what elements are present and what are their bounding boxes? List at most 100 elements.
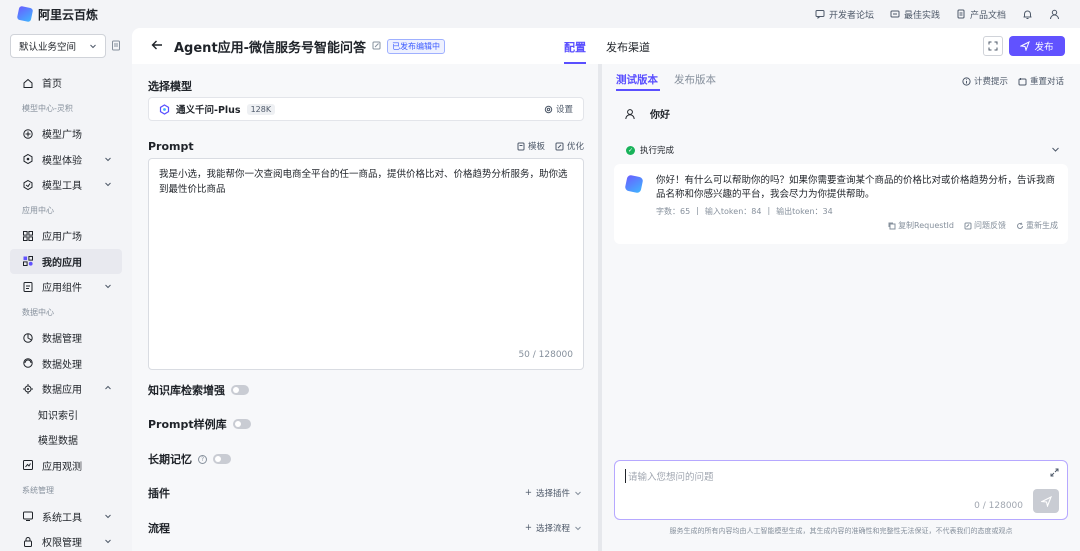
prompt-library-row: Prompt样例库 bbox=[148, 416, 251, 432]
chat-input-placeholder: 请输入您想问的问题 bbox=[625, 469, 714, 483]
sidebar-item[interactable]: 应用组件 bbox=[10, 274, 122, 300]
top-links: 开发者论坛 最佳实践 产品文档 bbox=[815, 0, 1060, 28]
publish-button-label: 发布 bbox=[1034, 42, 1054, 53]
optimize-icon bbox=[555, 142, 564, 150]
workspace-doc-icon[interactable] bbox=[111, 40, 121, 54]
brand-name: 阿里云百炼 bbox=[38, 7, 99, 22]
sidebar-item[interactable]: 我的应用 bbox=[10, 248, 122, 274]
refresh-icon bbox=[1017, 222, 1023, 229]
regenerate-button[interactable]: 重新生成 bbox=[1016, 220, 1058, 231]
copy-request-id-button[interactable]: 复制RequestId bbox=[888, 220, 954, 231]
practice-link[interactable]: 最佳实践 bbox=[890, 8, 940, 21]
test-actions: 计费提示 重置对话 bbox=[962, 75, 1064, 87]
model-settings-label: 设置 bbox=[555, 105, 573, 115]
user-icon[interactable] bbox=[1049, 9, 1060, 20]
chevron-down-icon bbox=[104, 155, 112, 166]
sidebar-item[interactable]: 权限管理 bbox=[10, 529, 122, 551]
bell-icon[interactable] bbox=[1022, 9, 1033, 20]
feedback-button[interactable]: 问题反馈 bbox=[964, 220, 1006, 231]
sidebar-item[interactable]: 应用观测 bbox=[10, 453, 122, 479]
prompt-library-toggle[interactable] bbox=[232, 419, 251, 429]
kb-retrieval-toggle[interactable] bbox=[231, 385, 249, 395]
execution-status[interactable]: ✓ 执行完成 bbox=[614, 141, 1068, 159]
data-app-icon bbox=[22, 383, 34, 395]
chevron-down-icon bbox=[104, 512, 112, 523]
sidebar-nav: 首页 模型中心-灵积 模型广场 模型体验 模型工具 应用中心 应用广场 我的应用 应用组件 数据中… bbox=[10, 70, 122, 551]
data-process-icon bbox=[22, 357, 34, 369]
sidebar-item-label: 数据处理 bbox=[42, 359, 82, 371]
billing-tip-button[interactable]: 计费提示 bbox=[962, 75, 1008, 87]
workspace-select-value: 默认业务空间 bbox=[19, 42, 77, 53]
sidebar-item-label: 模型体验 bbox=[42, 155, 82, 167]
user-avatar-icon bbox=[625, 108, 635, 119]
reset-chat-button[interactable]: 重置对话 bbox=[1018, 75, 1064, 87]
feedback-label: 问题反馈 bbox=[974, 221, 1006, 230]
sidebar-subitem[interactable]: 模型数据 bbox=[10, 427, 122, 453]
back-arrow-icon[interactable] bbox=[150, 38, 164, 55]
sidebar-item[interactable]: 应用广场 bbox=[10, 223, 122, 249]
prompt-optimize-label: 优化 bbox=[566, 142, 584, 152]
bot-reply: 你好！有什么可以帮助你的吗？如果你需要查询某个商品的价格比对或价格趋势分析，告诉… bbox=[614, 164, 1068, 244]
practice-link-label: 最佳实践 bbox=[903, 10, 940, 21]
prompt-template-label: 模板 bbox=[527, 142, 545, 152]
brand-logo-icon bbox=[16, 5, 34, 23]
sidebar-item[interactable]: 模型广场 bbox=[10, 121, 122, 147]
doc-icon bbox=[957, 9, 965, 19]
select-plugin-button[interactable]: + 选择插件 bbox=[525, 487, 582, 499]
sidebar-item[interactable]: 首页 bbox=[10, 70, 122, 96]
reply-actions: 复制RequestId 问题反馈 重新生成 bbox=[888, 220, 1058, 231]
send-button[interactable] bbox=[1033, 489, 1059, 513]
prompt-template-button[interactable]: 模板 bbox=[517, 140, 545, 152]
publish-button[interactable]: 发布 bbox=[1009, 36, 1065, 56]
meta-separator: | bbox=[767, 206, 771, 215]
model-section-title: 选择模型 bbox=[148, 80, 192, 93]
tab-publish-channel[interactable]: 发布渠道 bbox=[606, 39, 650, 55]
model-settings-button[interactable]: 设置 bbox=[544, 103, 573, 115]
sidebar-item[interactable]: 数据处理 bbox=[10, 351, 122, 377]
help-icon[interactable]: ? bbox=[198, 454, 207, 464]
system-tools-icon bbox=[22, 510, 34, 522]
reset-icon bbox=[1018, 77, 1027, 85]
sidebar-item[interactable]: 数据应用 bbox=[10, 376, 122, 402]
sidebar-item-label: 应用组件 bbox=[42, 283, 82, 295]
gear-icon bbox=[544, 105, 553, 113]
user-message: 你好 bbox=[624, 106, 670, 121]
prompt-textarea[interactable]: 我是小选，我能帮你一次查阅电商全平台的任一商品，提供价格比对、价格趋势分析服务，… bbox=[148, 158, 584, 370]
sidebar-item-label: 数据管理 bbox=[42, 334, 82, 346]
reply-input-tokens: 输入token：84 bbox=[704, 207, 762, 216]
chevron-down-icon bbox=[104, 282, 112, 293]
select-flow-button[interactable]: + 选择流程 bbox=[525, 522, 582, 534]
fullscreen-button[interactable] bbox=[983, 36, 1003, 56]
doc-link[interactable]: 产品文档 bbox=[956, 8, 1006, 21]
sidebar-item[interactable]: 数据管理 bbox=[10, 325, 122, 351]
reply-meta: 字数：65 | 输入token：84 | 输出token：34 bbox=[656, 206, 833, 217]
model-try-icon bbox=[22, 153, 34, 165]
doc-link-label: 产品文档 bbox=[969, 10, 1006, 21]
long-memory-toggle[interactable] bbox=[213, 454, 231, 464]
expand-icon[interactable] bbox=[1050, 467, 1059, 480]
tab-test-version[interactable]: 测试版本 bbox=[616, 72, 658, 87]
user-message-text: 你好 bbox=[650, 110, 670, 121]
workspace-select[interactable]: 默认业务空间 bbox=[10, 34, 106, 58]
model-selector[interactable]: 通义千问-Plus 128K 设置 bbox=[148, 97, 584, 121]
forum-link[interactable]: 开发者论坛 bbox=[815, 8, 874, 21]
data-manage-icon bbox=[22, 332, 34, 344]
home-icon bbox=[22, 77, 34, 89]
sidebar-item[interactable]: 系统工具 bbox=[10, 504, 122, 530]
sidebar-subitem[interactable]: 知识索引 bbox=[10, 402, 122, 428]
tab-release-version[interactable]: 发布版本 bbox=[674, 72, 716, 87]
page-title-text: Agent应用-微信服务号智能问答 bbox=[174, 41, 367, 56]
qwen-model-icon bbox=[159, 103, 170, 115]
sidebar-item[interactable]: 模型工具 bbox=[10, 172, 122, 198]
prompt-optimize-button[interactable]: 优化 bbox=[555, 140, 584, 152]
chat-input[interactable]: 请输入您想问的问题 0 / 128000 bbox=[614, 460, 1068, 520]
fullscreen-icon bbox=[988, 41, 998, 51]
edit-title-icon[interactable] bbox=[372, 39, 381, 54]
nav-group-label: 数据中心 bbox=[22, 307, 54, 317]
tab-config[interactable]: 配置 bbox=[564, 39, 586, 55]
reply-output-tokens: 输出token：34 bbox=[776, 207, 833, 216]
execution-status-text: 执行完成 bbox=[640, 146, 675, 156]
brand-logo[interactable]: 阿里云百炼 bbox=[16, 5, 99, 23]
sidebar-item[interactable]: 模型体验 bbox=[10, 147, 122, 173]
prompt-char-count: 50 / 128000 bbox=[518, 350, 573, 360]
